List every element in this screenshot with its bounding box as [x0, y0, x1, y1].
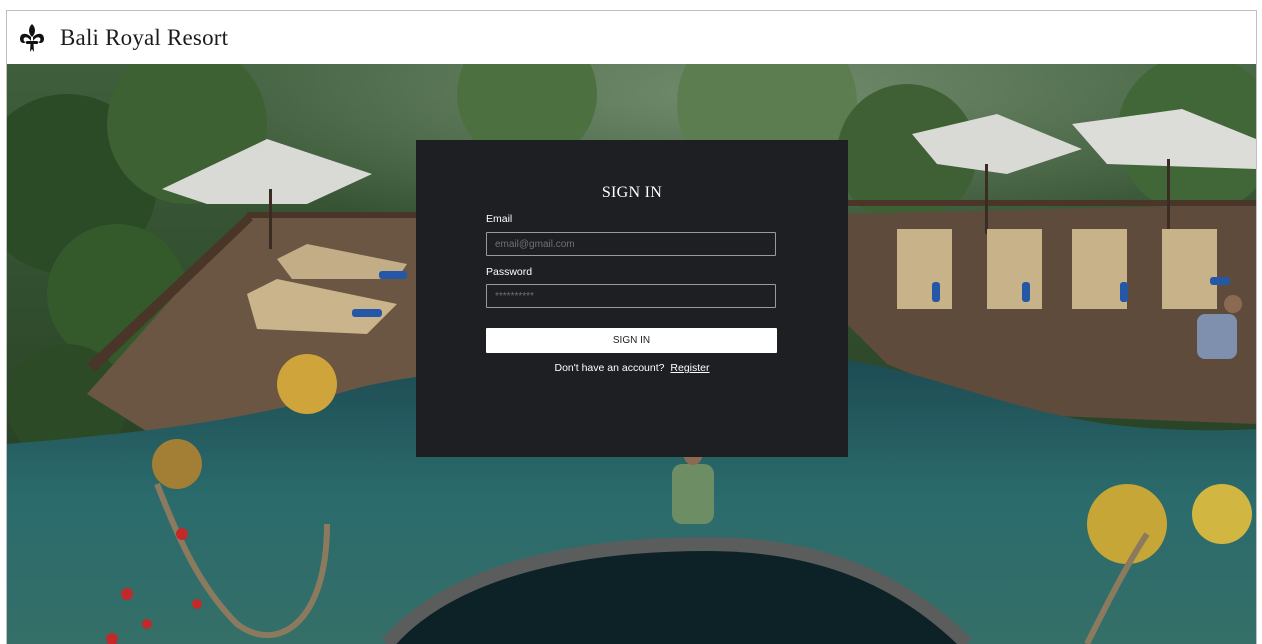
site-header: Bali Royal Resort	[7, 11, 1256, 65]
email-label: Email	[486, 213, 513, 225]
signin-title: SIGN IN	[601, 184, 663, 201]
register-row: Don't have an account? Register	[416, 362, 848, 374]
register-prompt: Don't have an account?	[554, 362, 665, 374]
browser-frame: Bali Royal Resort SIGN IN Email email@gm…	[6, 10, 1257, 644]
password-label: Password	[486, 266, 533, 278]
email-field[interactable]	[486, 232, 776, 256]
signin-panel: SIGN IN Email Password SIGN IN Don't hav…	[416, 140, 848, 457]
password-field[interactable]	[486, 284, 776, 308]
register-link[interactable]: Register	[670, 362, 709, 374]
signin-button[interactable]: SIGN IN	[486, 328, 777, 353]
hero-background: SIGN IN Email Password SIGN IN Don't hav…	[7, 64, 1256, 644]
fleur-de-lis-icon[interactable]	[18, 22, 46, 54]
brand-name[interactable]: Bali Royal Resort	[60, 25, 228, 51]
